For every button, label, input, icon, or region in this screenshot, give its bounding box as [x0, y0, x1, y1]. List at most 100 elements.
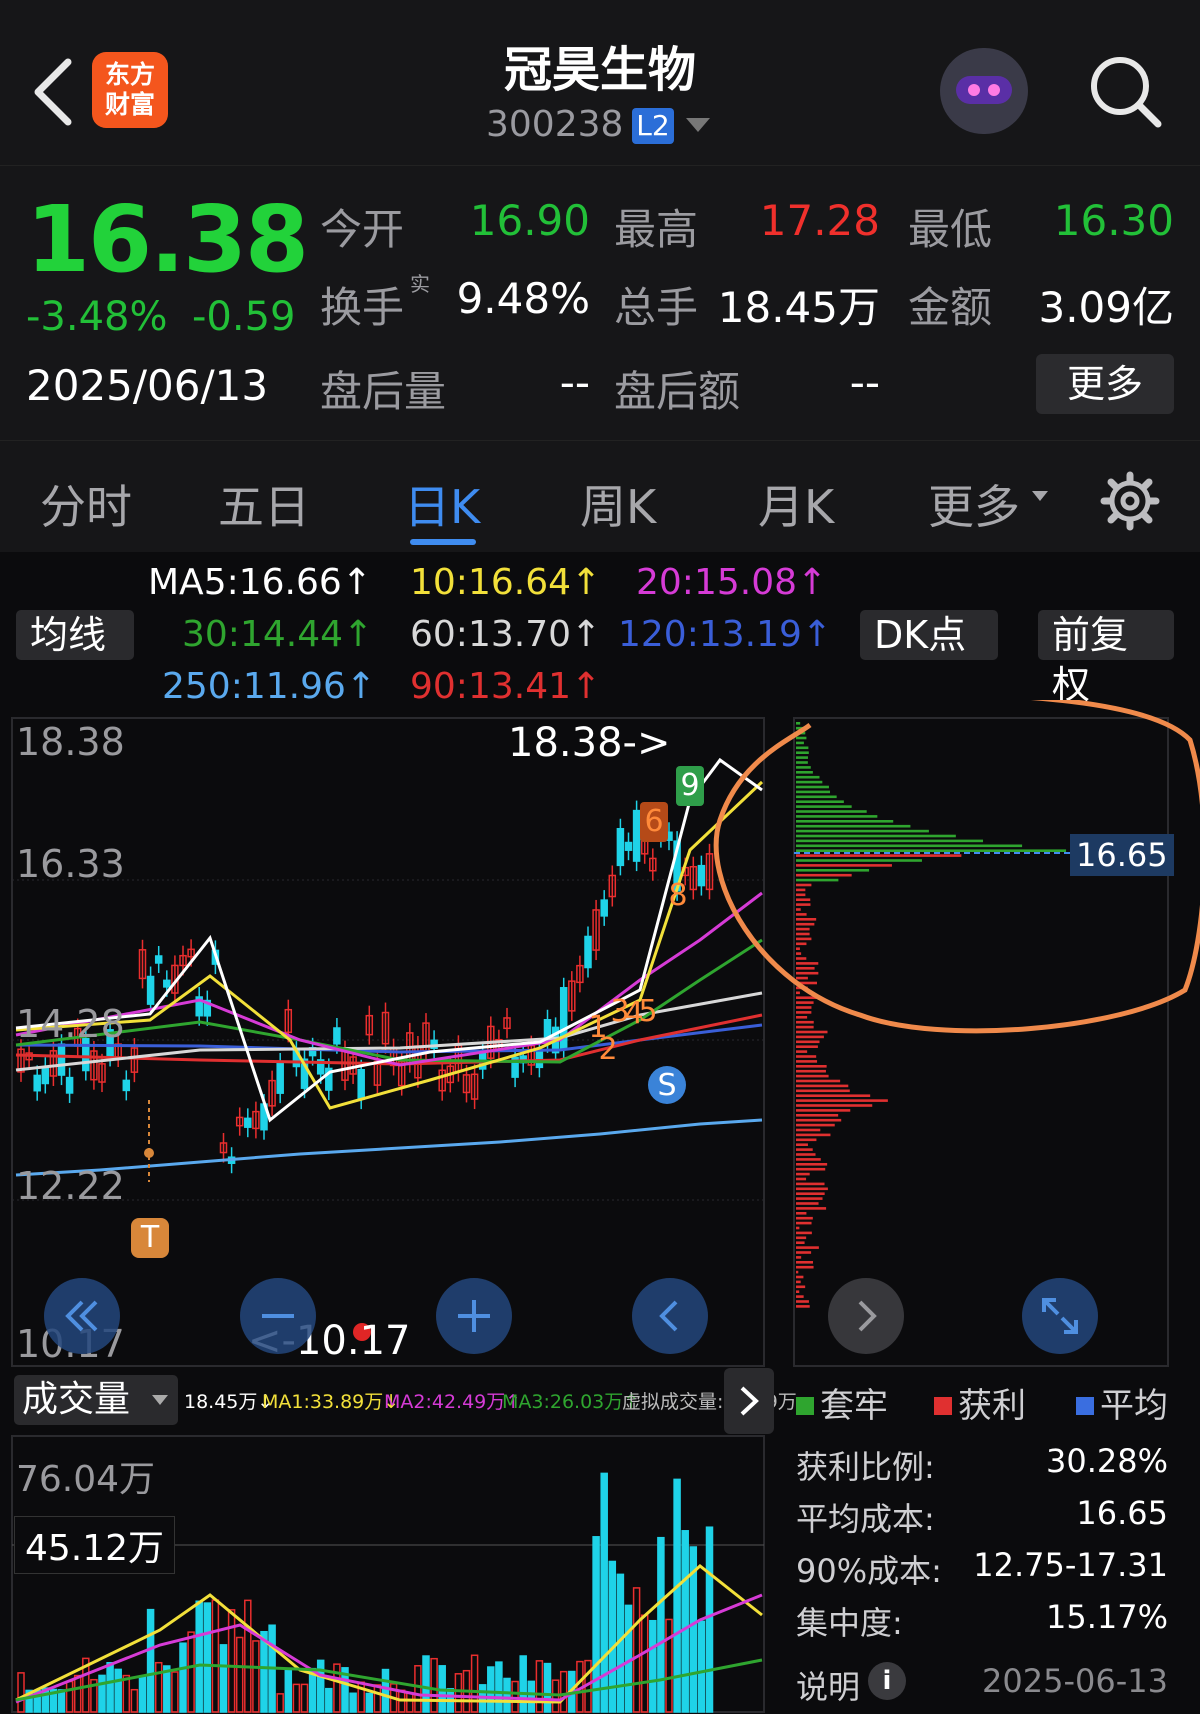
- chip-bar: [796, 1123, 835, 1127]
- chip-bar: [796, 1084, 849, 1088]
- plus-icon: [458, 1300, 490, 1332]
- cost-90-label: 90%成本:: [796, 1552, 942, 1590]
- chip-bar: [796, 942, 807, 946]
- fullscreen-button[interactable]: [1022, 1278, 1098, 1354]
- chevron-right-icon: [858, 1300, 877, 1332]
- volume-bar: [470, 1654, 479, 1713]
- chip-bar: [796, 1001, 814, 1004]
- chip-bar: [796, 810, 867, 813]
- chip-bar: [796, 1207, 827, 1210]
- chip-bar: [796, 864, 892, 867]
- price-adjust-button[interactable]: 前复权: [1038, 610, 1174, 707]
- chip-bar: [796, 844, 1023, 848]
- tab-weekly-k[interactable]: 周K: [580, 471, 656, 537]
- zoom-in-button[interactable]: [436, 1278, 512, 1354]
- scroll-fast-left-button[interactable]: [44, 1278, 120, 1354]
- ma5-value: MA5:16.66↑: [148, 562, 372, 603]
- chip-bar: [796, 1256, 802, 1259]
- low-label: 最低: [908, 205, 993, 254]
- chip-bar: [796, 1079, 841, 1083]
- chip-bar: [796, 1104, 873, 1107]
- chip-bar: [796, 1055, 817, 1058]
- dk-point-button[interactable]: DK点: [860, 610, 998, 660]
- tab-five-day[interactable]: 五日: [218, 471, 310, 537]
- search-icon[interactable]: [1086, 52, 1166, 132]
- gear-icon[interactable]: [1098, 469, 1162, 533]
- avg-cost-label: 平均成本:: [796, 1500, 935, 1538]
- high-marker: 18.38->: [508, 720, 671, 766]
- tab-monthly-k[interactable]: 月K: [758, 471, 834, 537]
- t-marker[interactable]: T: [131, 1218, 169, 1258]
- chip-bar: [796, 1011, 812, 1014]
- s-marker[interactable]: S: [648, 1066, 686, 1104]
- ma-selector-label: 均线: [30, 613, 107, 657]
- chip-bar: [796, 1236, 807, 1240]
- chip-bar: [796, 1241, 805, 1244]
- chip-bar: [796, 888, 806, 892]
- stock-code: 300238: [486, 104, 624, 145]
- ma60-value: 60:13.70↑: [410, 614, 602, 655]
- chip-bar: [796, 883, 812, 887]
- after-volume-value: --: [559, 358, 590, 407]
- legend-profit: 获利: [934, 1378, 1026, 1427]
- chip-bar: [796, 1025, 814, 1029]
- volume-bar: [284, 1668, 293, 1713]
- chip-bar: [796, 800, 844, 803]
- chip-bar: [796, 1128, 821, 1132]
- volume-bar: [138, 1676, 147, 1713]
- chip-bar: [796, 756, 808, 759]
- volume-bar: [316, 1659, 325, 1713]
- high-label: 最高: [614, 205, 699, 254]
- volume-bar: [640, 1614, 649, 1713]
- chip-bar: [796, 918, 817, 921]
- chip-bar: [796, 1089, 850, 1093]
- volume-bar: [373, 1684, 382, 1713]
- chip-bar: [796, 766, 811, 769]
- volume-bar: [122, 1674, 131, 1713]
- volume-y-mid: 45.12万: [14, 1516, 176, 1574]
- candle-body: [697, 864, 706, 887]
- zoom-out-button[interactable]: [240, 1278, 316, 1354]
- after-amount-value: --: [849, 358, 880, 407]
- chip-bar: [796, 873, 852, 877]
- legend-average: 平均: [1076, 1378, 1168, 1427]
- volume-bar: [519, 1655, 527, 1713]
- tab-intraday[interactable]: 分时: [40, 471, 132, 537]
- more-quote-button[interactable]: 更多: [1036, 354, 1174, 414]
- volume-bar: [244, 1599, 252, 1713]
- period-tabs: 分时 五日 日K 周K 月K 更多: [0, 440, 1200, 552]
- tab-more[interactable]: 更多: [928, 471, 1020, 537]
- chip-date: 2025-06-13: [982, 1662, 1168, 1700]
- chip-bar: [796, 922, 815, 926]
- tab-daily-k[interactable]: 日K: [404, 471, 480, 537]
- assistant-avatar-icon[interactable]: [940, 48, 1028, 134]
- chip-bar: [796, 898, 811, 901]
- ma-selector[interactable]: 均线: [16, 610, 134, 660]
- scroll-right-button[interactable]: [828, 1278, 904, 1354]
- chip-bar: [796, 957, 807, 960]
- l2-badge[interactable]: L2: [632, 108, 674, 144]
- explain-label[interactable]: 说明: [796, 1662, 860, 1708]
- last-price: 16.38: [26, 186, 309, 293]
- scroll-left-button[interactable]: [632, 1278, 708, 1354]
- chip-bar: [796, 903, 811, 906]
- volume-bar: [608, 1560, 617, 1713]
- candle-body: [333, 1027, 341, 1045]
- candle-body: [600, 899, 608, 917]
- chip-bar: [796, 785, 829, 789]
- ma20-value: 20:15.08↑: [636, 562, 828, 603]
- chip-bar: [796, 1246, 819, 1249]
- chip-bar: [796, 1290, 800, 1293]
- signal-tag-2: 2: [598, 1032, 618, 1067]
- candle-body: [624, 841, 633, 851]
- chip-bar: [796, 805, 852, 808]
- info-icon[interactable]: i: [868, 1662, 906, 1700]
- ma10-value: 10:16.64↑: [410, 562, 602, 603]
- chevron-down-icon[interactable]: [686, 118, 710, 132]
- chip-bar: [796, 962, 819, 965]
- chip-bar: [796, 937, 812, 941]
- high-value: 17.28: [759, 196, 880, 245]
- volume-bar: [106, 1661, 114, 1713]
- chip-bar: [796, 1167, 826, 1171]
- volume-label: 总手: [614, 283, 699, 332]
